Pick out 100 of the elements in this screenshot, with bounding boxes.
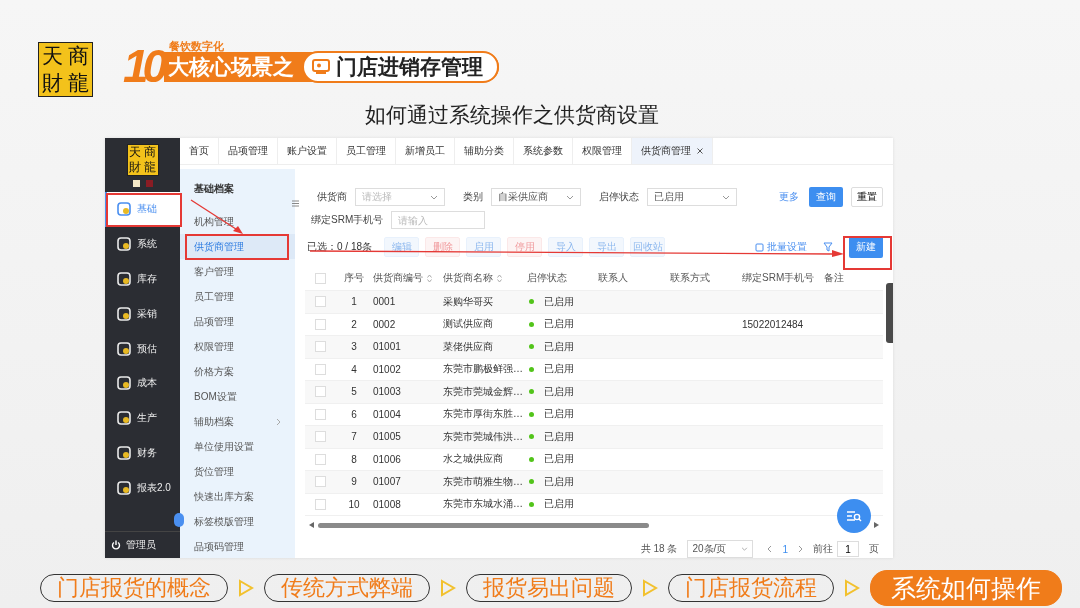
- chevron-down-icon: [430, 194, 438, 200]
- nav-item[interactable]: 系统: [105, 226, 180, 262]
- checkbox[interactable]: [314, 296, 326, 308]
- triangle-icon: [642, 579, 658, 597]
- table-cell-text: 01002: [373, 363, 402, 375]
- submenu-item[interactable]: 员工管理: [180, 284, 295, 309]
- submenu-item[interactable]: 品项管理: [180, 309, 295, 334]
- table-cell-text: 9: [350, 476, 358, 488]
- highlight-frame: [843, 236, 892, 270]
- close-icon[interactable]: [697, 148, 703, 154]
- input-field[interactable]: 请输入: [391, 211, 486, 229]
- tab[interactable]: 账户设置: [278, 138, 337, 164]
- table-cell-text: 01008: [373, 498, 402, 510]
- arrow-left-icon[interactable]: [309, 522, 314, 528]
- checkbox[interactable]: [314, 408, 326, 420]
- tab[interactable]: 员工管理: [337, 138, 396, 164]
- select-field[interactable]: 自采供应商: [491, 188, 581, 206]
- column-header: 备注: [824, 271, 845, 285]
- checkbox[interactable]: [314, 498, 326, 510]
- submenu-item[interactable]: 权限管理: [180, 334, 295, 359]
- table-cell: 已启用: [544, 317, 574, 332]
- table-cell-text: 01005: [373, 431, 402, 443]
- table-cell-text: 01003: [373, 386, 402, 398]
- submenu-item[interactable]: BOM设置: [180, 384, 295, 409]
- nav-item[interactable]: 报表2.0: [105, 470, 180, 506]
- triangle-icon: [440, 579, 456, 597]
- table-cell-text: 5: [350, 386, 358, 398]
- submenu-item[interactable]: 价格方案: [180, 359, 295, 384]
- column-header: 启停状态: [527, 271, 568, 285]
- submenu-item[interactable]: 标签模版管理: [180, 509, 295, 534]
- arrow-right-icon[interactable]: [874, 522, 879, 528]
- submenu-item[interactable]: 辅助档案: [180, 409, 295, 434]
- selection-count: 已选：0 / 18条: [307, 240, 373, 254]
- table-cell: 已启用: [544, 452, 574, 467]
- chevron-right-icon[interactable]: [798, 545, 803, 553]
- submenu-item[interactable]: 机构管理: [180, 209, 295, 234]
- chevron-icon: [276, 417, 281, 426]
- tab[interactable]: 新增员工: [396, 138, 455, 164]
- submenu-item[interactable]: 单位使用设置: [180, 434, 295, 459]
- tile-icon: [117, 237, 131, 252]
- select-field[interactable]: 已启用: [647, 188, 737, 206]
- table-cell-text: 7: [350, 431, 358, 443]
- submenu-title: 基础档案: [193, 182, 235, 196]
- search-list-button[interactable]: [837, 499, 871, 533]
- chevron-left-icon[interactable]: [767, 545, 773, 553]
- tab[interactable]: 系统参数: [514, 138, 573, 164]
- checkbox[interactable]: [314, 318, 326, 330]
- batch-settings-link[interactable]: 批量设置: [755, 240, 807, 254]
- filter-label: 供货商: [317, 190, 347, 204]
- nav-item[interactable]: 采销: [105, 296, 180, 332]
- submenu-item[interactable]: 品项码管理: [180, 534, 295, 559]
- table-cell-text: 01001: [373, 341, 402, 353]
- series-number: 10: [123, 40, 163, 92]
- table-cell-text: 8: [350, 453, 358, 465]
- nav-item[interactable]: 生产: [105, 400, 180, 436]
- table-cell: 15022012484: [742, 318, 804, 330]
- chevron-down-icon: [566, 194, 574, 200]
- checkbox[interactable]: [314, 363, 326, 375]
- chevron-down-icon: [741, 547, 749, 551]
- reset-button[interactable]: 重置: [851, 187, 883, 207]
- checkbox[interactable]: [314, 431, 326, 443]
- tab[interactable]: 供货商管理: [632, 138, 713, 164]
- brand-logo: 天 商 財 龍: [38, 42, 93, 97]
- page-size-select[interactable]: 20条/页: [687, 540, 754, 558]
- table-cell-text: 01007: [373, 476, 402, 488]
- sort-icon[interactable]: [427, 273, 432, 283]
- checkbox[interactable]: [314, 453, 326, 465]
- tab[interactable]: 辅助分类: [455, 138, 514, 164]
- menu-icon[interactable]: [292, 200, 299, 207]
- tile-icon: [117, 411, 131, 426]
- tab[interactable]: 首页: [180, 138, 219, 164]
- collapse-handle[interactable]: [174, 513, 184, 527]
- checkbox[interactable]: [314, 341, 326, 353]
- nav-item[interactable]: 成本: [105, 366, 180, 401]
- nav-item[interactable]: 基础: [105, 192, 180, 227]
- tab[interactable]: 品项管理: [219, 138, 278, 164]
- submenu-item[interactable]: 货位管理: [180, 459, 295, 484]
- filter-label: 类别: [463, 190, 483, 204]
- nav-item[interactable]: 库存: [105, 261, 180, 297]
- submenu-item[interactable]: 客户管理: [180, 259, 295, 284]
- funnel-icon[interactable]: [823, 242, 833, 252]
- sort-icon[interactable]: [497, 273, 502, 283]
- page-input[interactable]: 1: [837, 541, 859, 557]
- nav-item[interactable]: 预估: [105, 331, 180, 366]
- checkbox[interactable]: [314, 386, 326, 398]
- goto-label: 前往: [813, 542, 833, 556]
- tile-icon: [117, 202, 131, 217]
- table-cell: 已启用: [544, 384, 574, 399]
- column-header: 供货商名称: [443, 271, 527, 285]
- submenu-item[interactable]: 快速出库方案: [180, 484, 295, 509]
- tile-icon: [117, 306, 131, 321]
- more-link[interactable]: 更多: [779, 190, 799, 204]
- table-cell-text: 采购华哥买: [443, 294, 494, 309]
- table-cell-text: 1: [350, 296, 358, 308]
- checkbox[interactable]: [314, 272, 326, 284]
- scrollbar-thumb[interactable]: [886, 283, 893, 343]
- filter-label: 启停状态: [599, 190, 639, 204]
- checkbox[interactable]: [314, 476, 326, 488]
- nav-item[interactable]: 财务: [105, 435, 180, 471]
- table-cell-text: 0001: [373, 296, 397, 308]
